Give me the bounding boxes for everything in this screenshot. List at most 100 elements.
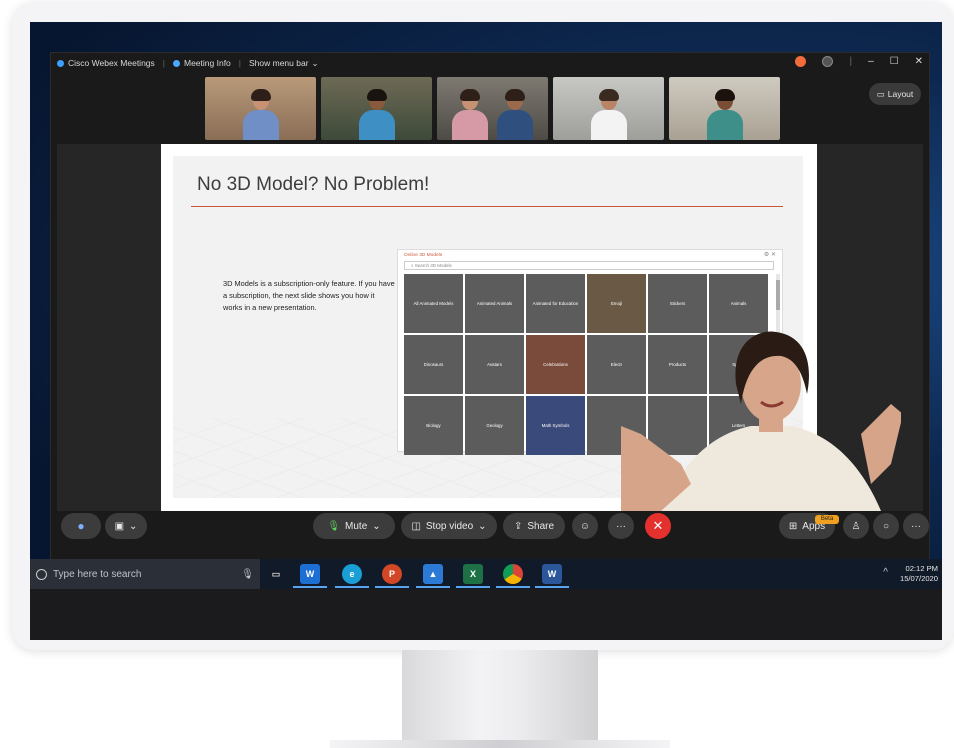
reactions-button[interactable]: ☺	[572, 513, 598, 539]
taskbar-search-placeholder: Type here to search	[53, 568, 142, 580]
layout-icon: ▭	[876, 88, 885, 99]
slide-body-text: 3D Models is a subscription-only feature…	[223, 279, 395, 312]
ellipsis-icon: ···	[616, 520, 626, 532]
microphone-icon: 🎙	[327, 520, 341, 532]
running-app-indicator	[496, 586, 530, 588]
webex-logo-icon	[57, 59, 64, 67]
model-category-tile[interactable]: Biology	[404, 396, 463, 455]
chevron-down-icon: ⌄	[478, 520, 487, 532]
dialog-controls: ⚙ ✕	[763, 252, 776, 258]
layout-button[interactable]: ▭ Layout	[869, 83, 921, 105]
more-options-button[interactable]: ···	[608, 513, 634, 539]
taskbar-search-box[interactable]: Type here to search 🎙	[30, 559, 260, 589]
right-hand	[861, 404, 901, 484]
search-circle-icon	[36, 568, 47, 580]
chevron-down-icon: ⌄	[372, 520, 381, 532]
excel-icon[interactable]: X	[463, 564, 483, 584]
model-category-tile[interactable]: Dinosaurs	[404, 335, 463, 394]
maximize-icon[interactable]: ☐	[890, 56, 899, 67]
running-app-indicator	[335, 586, 369, 588]
meeting-control-bar: ● ▣ ⌄ 🎙 Mute ⌄ ◫ Stop video ⌄ ⇪ Share ☺ ·…	[51, 513, 929, 553]
close-icon: ✕	[652, 518, 664, 533]
title-underline	[191, 206, 783, 207]
video-camera-icon: ◫	[411, 520, 421, 532]
participants-icon: ♙	[851, 520, 861, 532]
chrome-icon[interactable]	[503, 564, 523, 584]
controls-separator: |	[849, 56, 853, 67]
models-search-field[interactable]: ⌕ Search 3D Models	[404, 261, 774, 270]
beta-badge: Beta	[815, 515, 839, 524]
chevron-down-icon: ⌄	[311, 57, 319, 68]
assistant-button[interactable]: ●	[61, 513, 101, 539]
desktop-screen: Cisco Webex Meetings | Meeting Info | Sh…	[30, 22, 942, 640]
layout-label: Layout	[887, 89, 914, 99]
screen-bezel-bottom	[30, 589, 942, 640]
microphone-icon[interactable]: 🎙	[241, 569, 254, 580]
show-menu-bar-button[interactable]: Show menu bar	[249, 58, 309, 68]
participant-video[interactable]	[437, 77, 548, 140]
clock-date: 15/07/2020	[899, 574, 938, 583]
minimize-icon[interactable]: –	[868, 56, 874, 67]
chat-bubble-icon: ○	[882, 520, 890, 532]
slide-title: No 3D Model? No Problem!	[197, 174, 430, 195]
captions-button[interactable]: ▣ ⌄	[105, 513, 147, 539]
app-title: Cisco Webex Meetings	[68, 58, 155, 68]
stop-video-label: Stop video	[425, 520, 474, 532]
recording-icon[interactable]	[795, 56, 807, 67]
running-app-indicator	[456, 586, 490, 588]
assistant-icon: ●	[77, 519, 85, 533]
window-controls: | – ☐ ✕	[795, 56, 923, 67]
mute-label: Mute	[345, 520, 368, 532]
monitor-stand	[402, 650, 598, 748]
chat-button[interactable]: ○	[873, 513, 899, 539]
participant-strip	[205, 77, 780, 140]
chevron-up-icon[interactable]: ^	[883, 567, 888, 578]
participant-video[interactable]	[553, 77, 664, 140]
presentation-slide: No 3D Model? No Problem! 3D Models is a …	[161, 144, 901, 511]
running-app-indicator	[416, 586, 450, 588]
more-panels-button[interactable]: ···	[903, 513, 929, 539]
dialog-title: Online 3D Models	[404, 253, 443, 258]
model-category-tile[interactable]: Avatars	[465, 335, 524, 394]
running-app-indicator	[375, 586, 409, 588]
participant-video[interactable]	[321, 77, 432, 140]
clock-time: 02:12 PM	[905, 564, 938, 573]
model-category-tile[interactable]: All Animated Models	[404, 274, 463, 333]
title-separator: |	[162, 58, 165, 68]
ellipsis-icon: ···	[911, 520, 921, 532]
meeting-info-link[interactable]: Meeting Info	[184, 58, 231, 68]
photos-icon[interactable]: ▲	[423, 564, 443, 584]
task-view-icon[interactable]: ▭	[266, 564, 286, 584]
running-app-indicator	[535, 586, 569, 588]
close-icon[interactable]: ✕	[915, 56, 923, 67]
smiley-icon: ☺	[579, 520, 591, 532]
connection-icon[interactable]	[822, 56, 834, 67]
chevron-down-icon: ⌄	[129, 520, 138, 532]
model-category-tile[interactable]: Celebrations	[526, 335, 585, 394]
share-icon: ⇪	[513, 520, 523, 532]
captions-icon: ▣	[114, 520, 125, 532]
word-icon[interactable]: W	[542, 564, 562, 584]
shared-content-stage: No 3D Model? No Problem! 3D Models is a …	[57, 144, 923, 511]
model-category-tile[interactable]: Animated Animals	[465, 274, 524, 333]
powerpoint-icon[interactable]: P	[382, 564, 402, 584]
edge-icon[interactable]: e	[342, 564, 362, 584]
share-button[interactable]: ⇪ Share	[503, 513, 565, 539]
model-category-tile[interactable]: Math Symbols	[526, 396, 585, 455]
webex-taskbar-icon[interactable]: W	[300, 564, 320, 584]
active-app-indicator	[293, 586, 327, 588]
model-category-tile[interactable]: Geology	[465, 396, 524, 455]
presenter-video-overlay	[621, 331, 901, 511]
stop-video-button[interactable]: ◫ Stop video ⌄	[401, 513, 497, 539]
models-search-placeholder: Search 3D Models	[414, 263, 452, 268]
taskbar-clock[interactable]: 02:12 PM 15/07/2020	[900, 564, 938, 584]
participants-button[interactable]: ♙	[843, 513, 869, 539]
model-category-tile[interactable]: Animated for Education	[526, 274, 585, 333]
mute-button[interactable]: 🎙 Mute ⌄	[313, 513, 395, 539]
participant-video[interactable]	[669, 77, 780, 140]
monitor-stand-base	[330, 740, 670, 748]
webex-window: Cisco Webex Meetings | Meeting Info | Sh…	[50, 52, 930, 570]
participant-video[interactable]	[205, 77, 316, 140]
end-call-button[interactable]: ✕	[645, 513, 671, 539]
apps-grid-icon: ⊞	[788, 520, 798, 532]
